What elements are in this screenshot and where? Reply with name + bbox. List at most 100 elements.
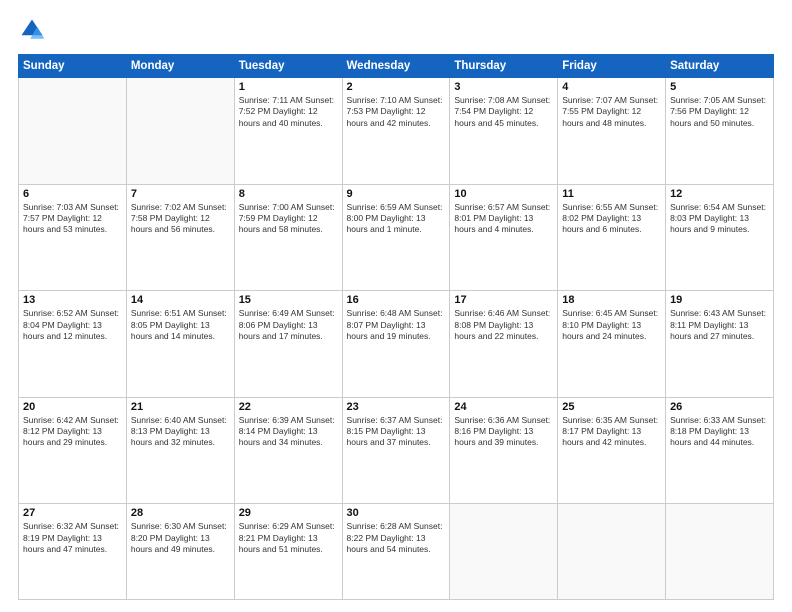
day-number: 20 xyxy=(23,401,122,413)
calendar-cell: 8 Sunrise: 7:00 AM Sunset: 7:59 PM Daylig… xyxy=(234,184,342,291)
day-info: Sunrise: 7:07 AM Sunset: 7:55 PM Dayligh… xyxy=(562,95,661,129)
day-info: Sunrise: 6:45 AM Sunset: 8:10 PM Dayligh… xyxy=(562,308,661,342)
day-number: 9 xyxy=(347,188,446,200)
day-number: 14 xyxy=(131,294,230,306)
calendar-cell: 7 Sunrise: 7:02 AM Sunset: 7:58 PM Daylig… xyxy=(126,184,234,291)
day-info: Sunrise: 7:03 AM Sunset: 7:57 PM Dayligh… xyxy=(23,202,122,236)
day-info: Sunrise: 7:10 AM Sunset: 7:53 PM Dayligh… xyxy=(347,95,446,129)
calendar-cell: 12 Sunrise: 6:54 AM Sunset: 8:03 PM Dayli… xyxy=(666,184,774,291)
day-number: 10 xyxy=(454,188,553,200)
calendar-cell: 14 Sunrise: 6:51 AM Sunset: 8:05 PM Dayli… xyxy=(126,291,234,398)
day-number: 21 xyxy=(131,401,230,413)
day-info: Sunrise: 6:42 AM Sunset: 8:12 PM Dayligh… xyxy=(23,415,122,449)
calendar-week-row: 1 Sunrise: 7:11 AM Sunset: 7:52 PM Daylig… xyxy=(19,78,774,185)
day-number: 28 xyxy=(131,507,230,519)
day-number: 18 xyxy=(562,294,661,306)
weekday-header-tuesday: Tuesday xyxy=(234,55,342,78)
day-number: 3 xyxy=(454,81,553,93)
day-info: Sunrise: 7:00 AM Sunset: 7:59 PM Dayligh… xyxy=(239,202,338,236)
day-info: Sunrise: 6:54 AM Sunset: 8:03 PM Dayligh… xyxy=(670,202,769,236)
calendar-cell: 18 Sunrise: 6:45 AM Sunset: 8:10 PM Dayli… xyxy=(558,291,666,398)
day-number: 4 xyxy=(562,81,661,93)
calendar-cell: 25 Sunrise: 6:35 AM Sunset: 8:17 PM Dayli… xyxy=(558,397,666,504)
day-info: Sunrise: 6:57 AM Sunset: 8:01 PM Dayligh… xyxy=(454,202,553,236)
calendar-cell: 30 Sunrise: 6:28 AM Sunset: 8:22 PM Dayli… xyxy=(342,504,450,600)
day-info: Sunrise: 6:37 AM Sunset: 8:15 PM Dayligh… xyxy=(347,415,446,449)
calendar-cell: 22 Sunrise: 6:39 AM Sunset: 8:14 PM Dayli… xyxy=(234,397,342,504)
calendar-cell: 17 Sunrise: 6:46 AM Sunset: 8:08 PM Dayli… xyxy=(450,291,558,398)
day-info: Sunrise: 6:49 AM Sunset: 8:06 PM Dayligh… xyxy=(239,308,338,342)
day-info: Sunrise: 6:52 AM Sunset: 8:04 PM Dayligh… xyxy=(23,308,122,342)
day-number: 19 xyxy=(670,294,769,306)
calendar-cell: 4 Sunrise: 7:07 AM Sunset: 7:55 PM Daylig… xyxy=(558,78,666,185)
calendar-cell: 10 Sunrise: 6:57 AM Sunset: 8:01 PM Dayli… xyxy=(450,184,558,291)
calendar-cell: 28 Sunrise: 6:30 AM Sunset: 8:20 PM Dayli… xyxy=(126,504,234,600)
day-number: 1 xyxy=(239,81,338,93)
calendar-cell: 2 Sunrise: 7:10 AM Sunset: 7:53 PM Daylig… xyxy=(342,78,450,185)
calendar-cell: 20 Sunrise: 6:42 AM Sunset: 8:12 PM Dayli… xyxy=(19,397,127,504)
calendar-cell: 16Sunrise: 6:48 AM Sunset: 8:07 PM Dayli… xyxy=(342,291,450,398)
calendar-cell: 24Sunrise: 6:36 AM Sunset: 8:16 PM Dayli… xyxy=(450,397,558,504)
day-number: 23 xyxy=(347,401,446,413)
day-info: Sunrise: 7:08 AM Sunset: 7:54 PM Dayligh… xyxy=(454,95,553,129)
weekday-header-friday: Friday xyxy=(558,55,666,78)
calendar-cell: 13Sunrise: 6:52 AM Sunset: 8:04 PM Dayli… xyxy=(19,291,127,398)
day-info: Sunrise: 6:33 AM Sunset: 8:18 PM Dayligh… xyxy=(670,415,769,449)
calendar-cell: 27Sunrise: 6:32 AM Sunset: 8:19 PM Dayli… xyxy=(19,504,127,600)
day-number: 22 xyxy=(239,401,338,413)
calendar-cell xyxy=(558,504,666,600)
day-number: 26 xyxy=(670,401,769,413)
weekday-header-thursday: Thursday xyxy=(450,55,558,78)
day-info: Sunrise: 7:11 AM Sunset: 7:52 PM Dayligh… xyxy=(239,95,338,129)
day-info: Sunrise: 6:39 AM Sunset: 8:14 PM Dayligh… xyxy=(239,415,338,449)
day-number: 2 xyxy=(347,81,446,93)
day-number: 7 xyxy=(131,188,230,200)
calendar-cell: 3 Sunrise: 7:08 AM Sunset: 7:54 PM Daylig… xyxy=(450,78,558,185)
calendar-cell xyxy=(450,504,558,600)
calendar-cell: 9 Sunrise: 6:59 AM Sunset: 8:00 PM Daylig… xyxy=(342,184,450,291)
day-info: Sunrise: 6:28 AM Sunset: 8:22 PM Dayligh… xyxy=(347,521,446,555)
day-info: Sunrise: 6:40 AM Sunset: 8:13 PM Dayligh… xyxy=(131,415,230,449)
day-number: 5 xyxy=(670,81,769,93)
calendar-cell: 6 Sunrise: 7:03 AM Sunset: 7:57 PM Daylig… xyxy=(19,184,127,291)
calendar-week-row: 6 Sunrise: 7:03 AM Sunset: 7:57 PM Daylig… xyxy=(19,184,774,291)
day-info: Sunrise: 6:36 AM Sunset: 8:16 PM Dayligh… xyxy=(454,415,553,449)
calendar-table: SundayMondayTuesdayWednesdayThursdayFrid… xyxy=(18,54,774,600)
weekday-header-sunday: Sunday xyxy=(19,55,127,78)
day-info: Sunrise: 6:43 AM Sunset: 8:11 PM Dayligh… xyxy=(670,308,769,342)
day-number: 6 xyxy=(23,188,122,200)
day-info: Sunrise: 6:55 AM Sunset: 8:02 PM Dayligh… xyxy=(562,202,661,236)
calendar-week-row: 20 Sunrise: 6:42 AM Sunset: 8:12 PM Dayli… xyxy=(19,397,774,504)
logo xyxy=(18,16,50,44)
calendar-cell xyxy=(126,78,234,185)
calendar-cell: 29Sunrise: 6:29 AM Sunset: 8:21 PM Dayli… xyxy=(234,504,342,600)
calendar-cell: 23 Sunrise: 6:37 AM Sunset: 8:15 PM Dayli… xyxy=(342,397,450,504)
calendar-cell: 15 Sunrise: 6:49 AM Sunset: 8:06 PM Dayli… xyxy=(234,291,342,398)
day-number: 25 xyxy=(562,401,661,413)
day-info: Sunrise: 6:35 AM Sunset: 8:17 PM Dayligh… xyxy=(562,415,661,449)
day-info: Sunrise: 6:59 AM Sunset: 8:00 PM Dayligh… xyxy=(347,202,446,236)
day-info: Sunrise: 6:30 AM Sunset: 8:20 PM Dayligh… xyxy=(131,521,230,555)
weekday-header-monday: Monday xyxy=(126,55,234,78)
weekday-header-wednesday: Wednesday xyxy=(342,55,450,78)
logo-icon xyxy=(18,16,46,44)
day-number: 11 xyxy=(562,188,661,200)
calendar-header-row: SundayMondayTuesdayWednesdayThursdayFrid… xyxy=(19,55,774,78)
day-number: 15 xyxy=(239,294,338,306)
day-number: 12 xyxy=(670,188,769,200)
day-info: Sunrise: 7:05 AM Sunset: 7:56 PM Dayligh… xyxy=(670,95,769,129)
day-number: 30 xyxy=(347,507,446,519)
calendar-cell: 26 Sunrise: 6:33 AM Sunset: 8:18 PM Dayli… xyxy=(666,397,774,504)
calendar-cell xyxy=(19,78,127,185)
weekday-header-saturday: Saturday xyxy=(666,55,774,78)
calendar-week-row: 13Sunrise: 6:52 AM Sunset: 8:04 PM Dayli… xyxy=(19,291,774,398)
day-info: Sunrise: 6:46 AM Sunset: 8:08 PM Dayligh… xyxy=(454,308,553,342)
day-info: Sunrise: 6:51 AM Sunset: 8:05 PM Dayligh… xyxy=(131,308,230,342)
page: SundayMondayTuesdayWednesdayThursdayFrid… xyxy=(0,0,792,612)
day-info: Sunrise: 6:29 AM Sunset: 8:21 PM Dayligh… xyxy=(239,521,338,555)
day-info: Sunrise: 7:02 AM Sunset: 7:58 PM Dayligh… xyxy=(131,202,230,236)
day-number: 16 xyxy=(347,294,446,306)
header xyxy=(18,16,774,44)
day-number: 17 xyxy=(454,294,553,306)
day-number: 8 xyxy=(239,188,338,200)
